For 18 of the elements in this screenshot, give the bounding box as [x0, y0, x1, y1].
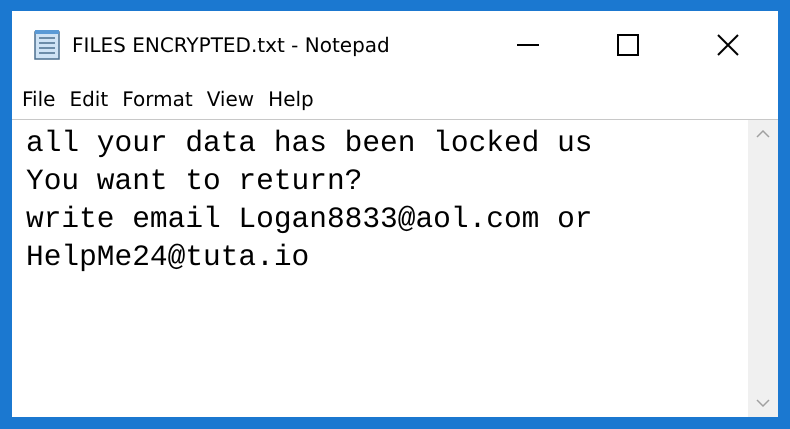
minimize-icon [517, 44, 539, 46]
menu-item[interactable]: Help [261, 87, 321, 111]
notepad-icon [32, 29, 62, 61]
text-line: all your data has been locked us [26, 125, 594, 162]
text-line: You want to return? [26, 163, 364, 200]
text-line: write email Logan8833@aol.com or [26, 201, 594, 238]
menu-item[interactable]: View [200, 87, 262, 111]
menu-item[interactable]: Format [115, 87, 200, 111]
text-line: HelpMe24@tuta.io [26, 239, 310, 276]
menu-item[interactable]: File [15, 87, 62, 111]
text-editor[interactable]: all your data has been locked us You want to return? write email Logan8833@aol.com or HelpMe24@tuta.io [12, 120, 748, 417]
close-icon [717, 34, 739, 56]
maximize-icon [617, 34, 639, 56]
window-title: FILES ENCRYPTED.txt - Notepad [72, 33, 391, 57]
scrollbar[interactable] [748, 120, 778, 417]
menu-item[interactable]: Edit [62, 87, 116, 111]
scroll-down-icon[interactable] [756, 399, 770, 407]
scroll-up-icon[interactable] [756, 130, 770, 138]
